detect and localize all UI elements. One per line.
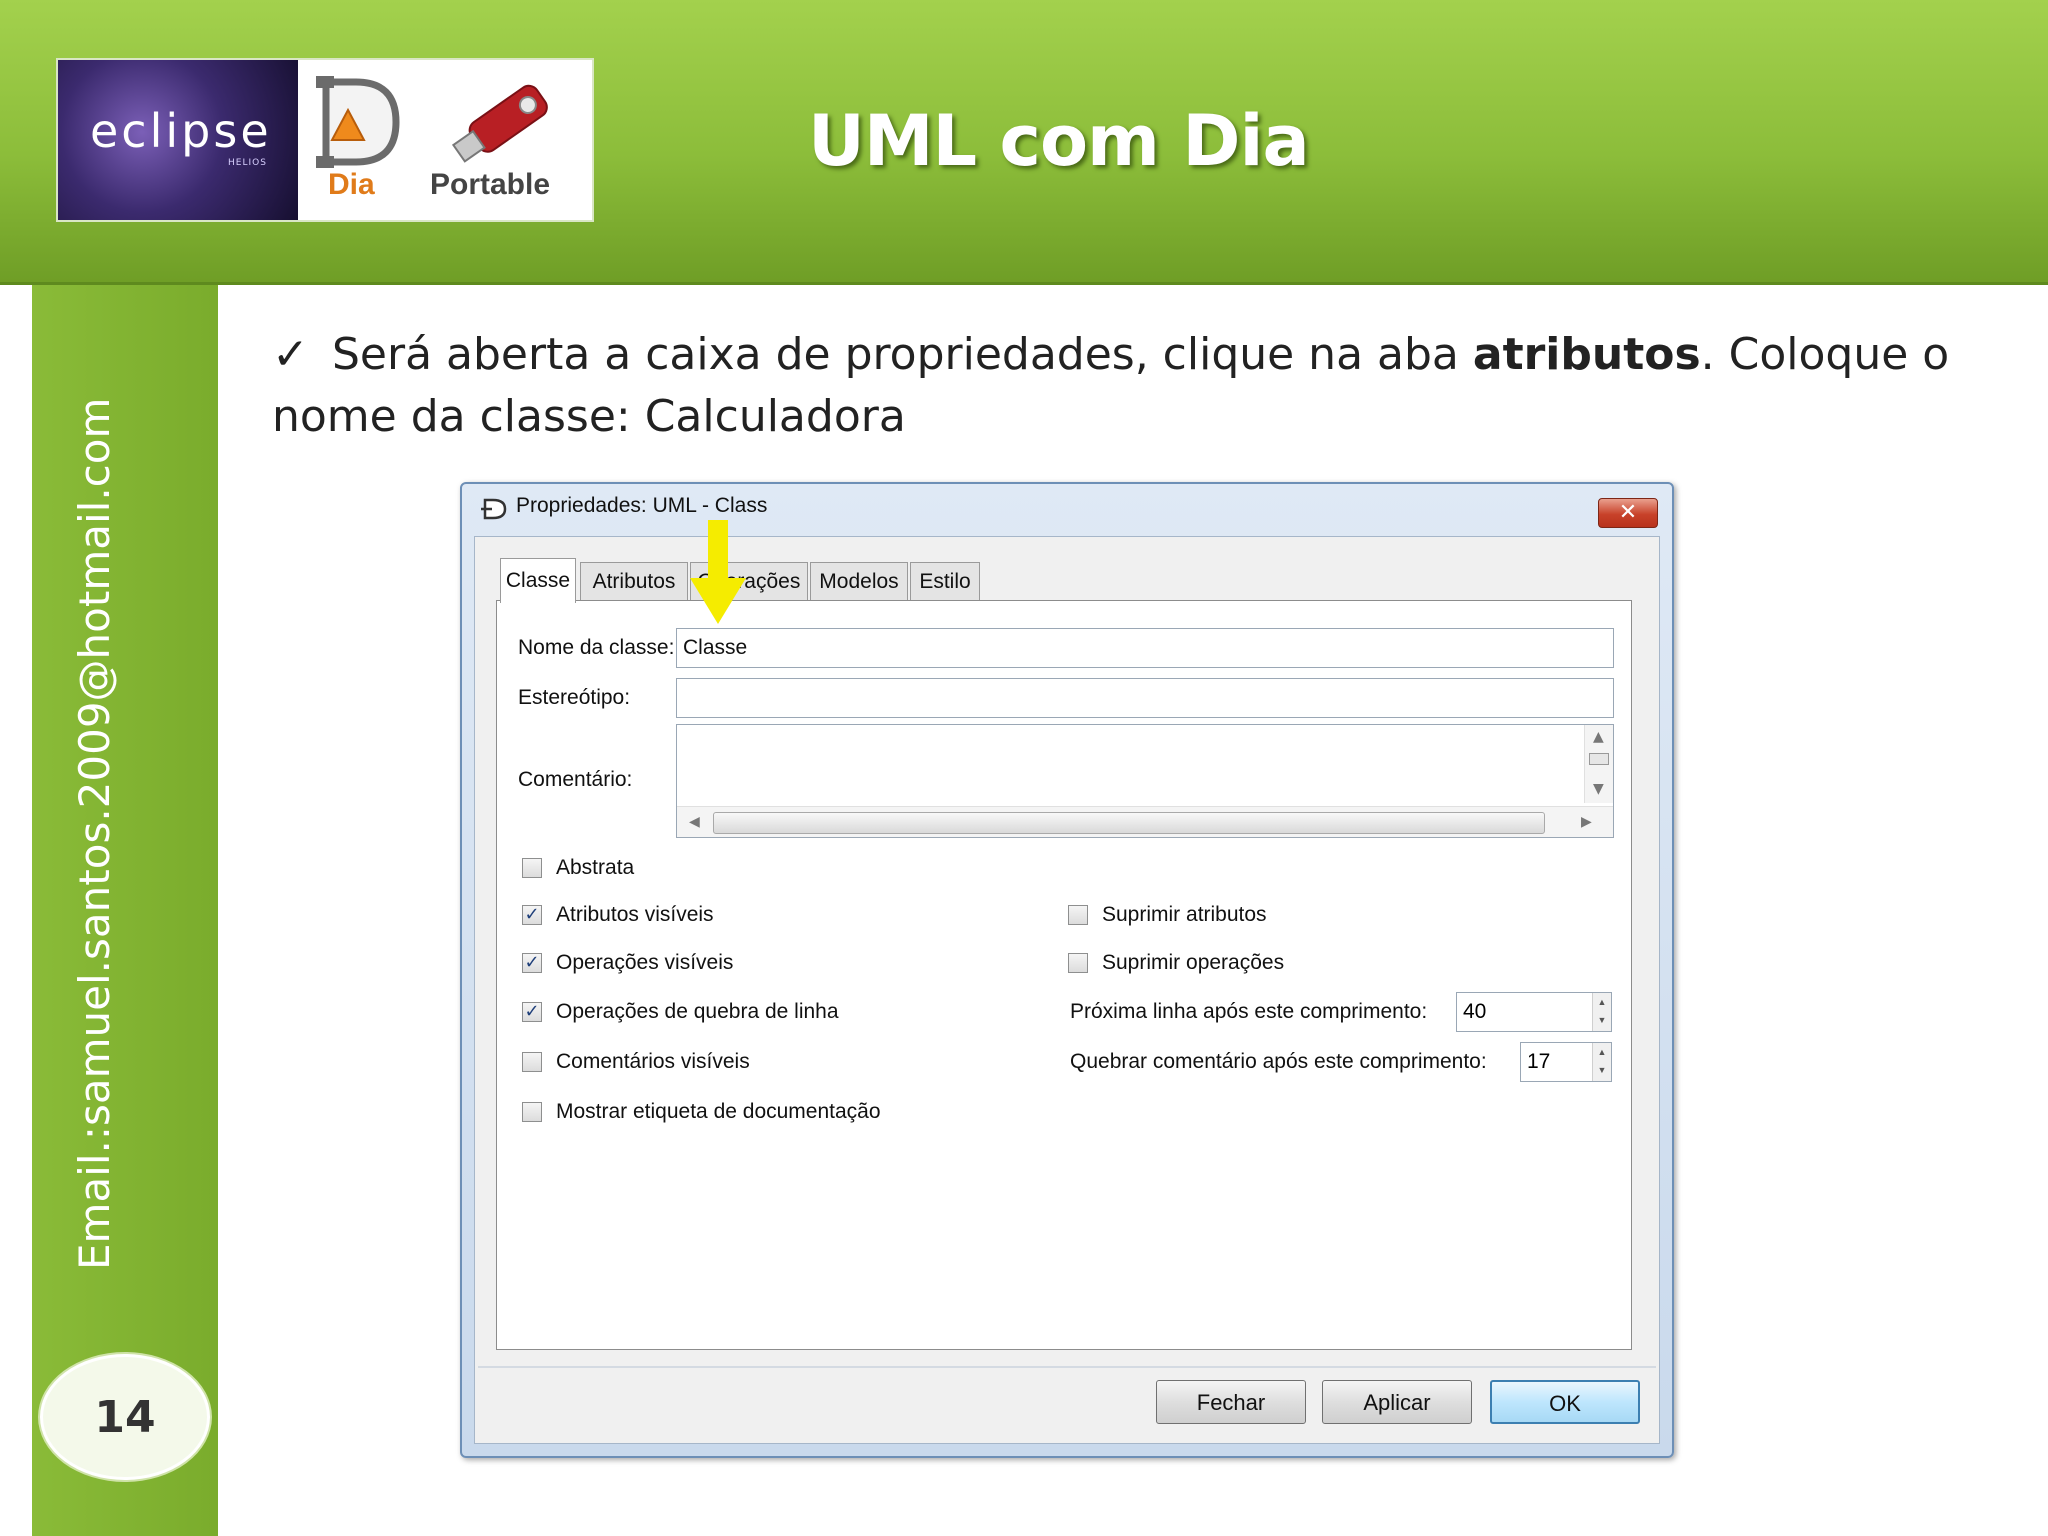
eclipse-logo-subtext: HELIOS: [228, 158, 267, 168]
atributos-visiveis-label: Atributos visíveis: [556, 903, 714, 926]
tab-label: Atributos: [592, 570, 676, 593]
quebra-linha-label: Operações de quebra de linha: [556, 1000, 839, 1023]
quebrar-comentario-label: Quebrar comentário após este comprimento…: [1070, 1050, 1487, 1073]
tab-label: Modelos: [819, 570, 899, 593]
close-button[interactable]: Fechar: [1156, 1380, 1306, 1424]
window-close-button[interactable]: ✕: [1598, 498, 1658, 528]
spinner-arrows[interactable]: ▲ ▼: [1592, 993, 1611, 1031]
scroll-thumb[interactable]: [1589, 753, 1609, 765]
mostrar-etiqueta-label: Mostrar etiqueta de documentação: [556, 1100, 881, 1123]
atributos-visiveis-checkbox[interactable]: ✓: [522, 905, 542, 925]
proxima-linha-spinner[interactable]: 40 ▲ ▼: [1456, 992, 1612, 1032]
quebrar-comentario-value: 17: [1527, 1050, 1551, 1073]
instruction-part1: Será aberta a caixa de propriedades, cli…: [332, 329, 1473, 380]
comment-horizontal-scrollbar[interactable]: ◀ ▶: [677, 806, 1613, 837]
dia-logo-label: Dia: [328, 168, 375, 201]
close-icon: ✕: [1618, 500, 1638, 525]
ok-button[interactable]: OK: [1490, 1380, 1640, 1424]
contact-email: Email.:samuel.santos.2009@hotmail.com: [70, 397, 119, 1270]
suprimir-operacoes-checkbox[interactable]: [1068, 953, 1088, 973]
scroll-right-icon[interactable]: ▶: [1581, 814, 1592, 830]
comment-label: Comentário:: [518, 768, 633, 791]
button-separator: [478, 1366, 1656, 1368]
tab-label: Estilo: [919, 570, 971, 593]
comentarios-visiveis-checkbox[interactable]: [522, 1052, 542, 1072]
slide-title: UML com Dia: [808, 100, 1310, 182]
dialog-titlebar[interactable]: Propriedades: UML - Class ✕: [462, 484, 1672, 532]
proxima-linha-value: 40: [1463, 1000, 1487, 1023]
quebrar-comentario-spinner[interactable]: 17 ▲ ▼: [1520, 1042, 1612, 1082]
class-name-label: Nome da classe:: [518, 636, 675, 659]
operacoes-visiveis-label: Operações visíveis: [556, 951, 734, 974]
mostrar-etiqueta-checkbox[interactable]: [522, 1102, 542, 1122]
scroll-up-icon[interactable]: ▲: [1593, 729, 1604, 745]
instruction-text: ✓ Será aberta a caixa de propriedades, cl…: [272, 324, 1992, 448]
proxima-linha-label: Próxima linha após este comprimento:: [1070, 1000, 1428, 1023]
operacoes-visiveis-checkbox[interactable]: ✓: [522, 953, 542, 973]
stereotype-input[interactable]: [676, 678, 1614, 718]
usb-drive-icon: [451, 84, 548, 163]
logo-strip: eclipse HELIOS Dia Portable: [56, 58, 594, 222]
horizontal-scroll-thumb[interactable]: [713, 812, 1545, 834]
header-band: eclipse HELIOS Dia Portable UML com Dia: [0, 0, 2048, 285]
tab-classe[interactable]: Classe: [500, 558, 576, 603]
eclipse-logo: eclipse HELIOS: [58, 60, 298, 220]
page-number: 14: [40, 1354, 210, 1480]
tab-modelos[interactable]: Modelos: [810, 562, 908, 601]
dialog-title: Propriedades: UML - Class: [516, 494, 768, 517]
portable-logo-label: Portable: [430, 168, 551, 201]
suprimir-operacoes-label: Suprimir operações: [1102, 951, 1285, 974]
class-name-input[interactable]: Classe: [676, 628, 1614, 668]
comment-vertical-scrollbar[interactable]: ▲ ▼: [1584, 725, 1613, 803]
instruction-bold: atributos: [1472, 329, 1701, 380]
dia-app-icon: [481, 498, 507, 520]
apply-button[interactable]: Aplicar: [1322, 1380, 1472, 1424]
yellow-pointer-arrow-icon: [690, 520, 746, 624]
quebra-linha-checkbox[interactable]: ✓: [522, 1002, 542, 1022]
suprimir-atributos-label: Suprimir atributos: [1102, 903, 1267, 926]
checkmark-icon: ✓: [272, 329, 309, 380]
tab-estilo[interactable]: Estilo: [910, 562, 980, 601]
comment-textarea[interactable]: ▲ ▼ ◀ ▶: [676, 724, 1614, 838]
scroll-down-icon[interactable]: ▼: [1593, 781, 1604, 797]
stereotype-label: Estereótipo:: [518, 686, 631, 709]
spinner-arrows[interactable]: ▲ ▼: [1592, 1043, 1611, 1081]
abstrata-checkbox[interactable]: [522, 858, 542, 878]
abstrata-label: Abstrata: [556, 856, 635, 879]
eclipse-logo-text: eclipse: [90, 104, 272, 158]
tab-atributos[interactable]: Atributos: [580, 562, 688, 601]
suprimir-atributos-checkbox[interactable]: [1068, 905, 1088, 925]
comentarios-visiveis-label: Comentários visíveis: [556, 1050, 750, 1073]
tab-label: Classe: [505, 569, 571, 592]
scroll-left-icon[interactable]: ◀: [689, 814, 700, 830]
